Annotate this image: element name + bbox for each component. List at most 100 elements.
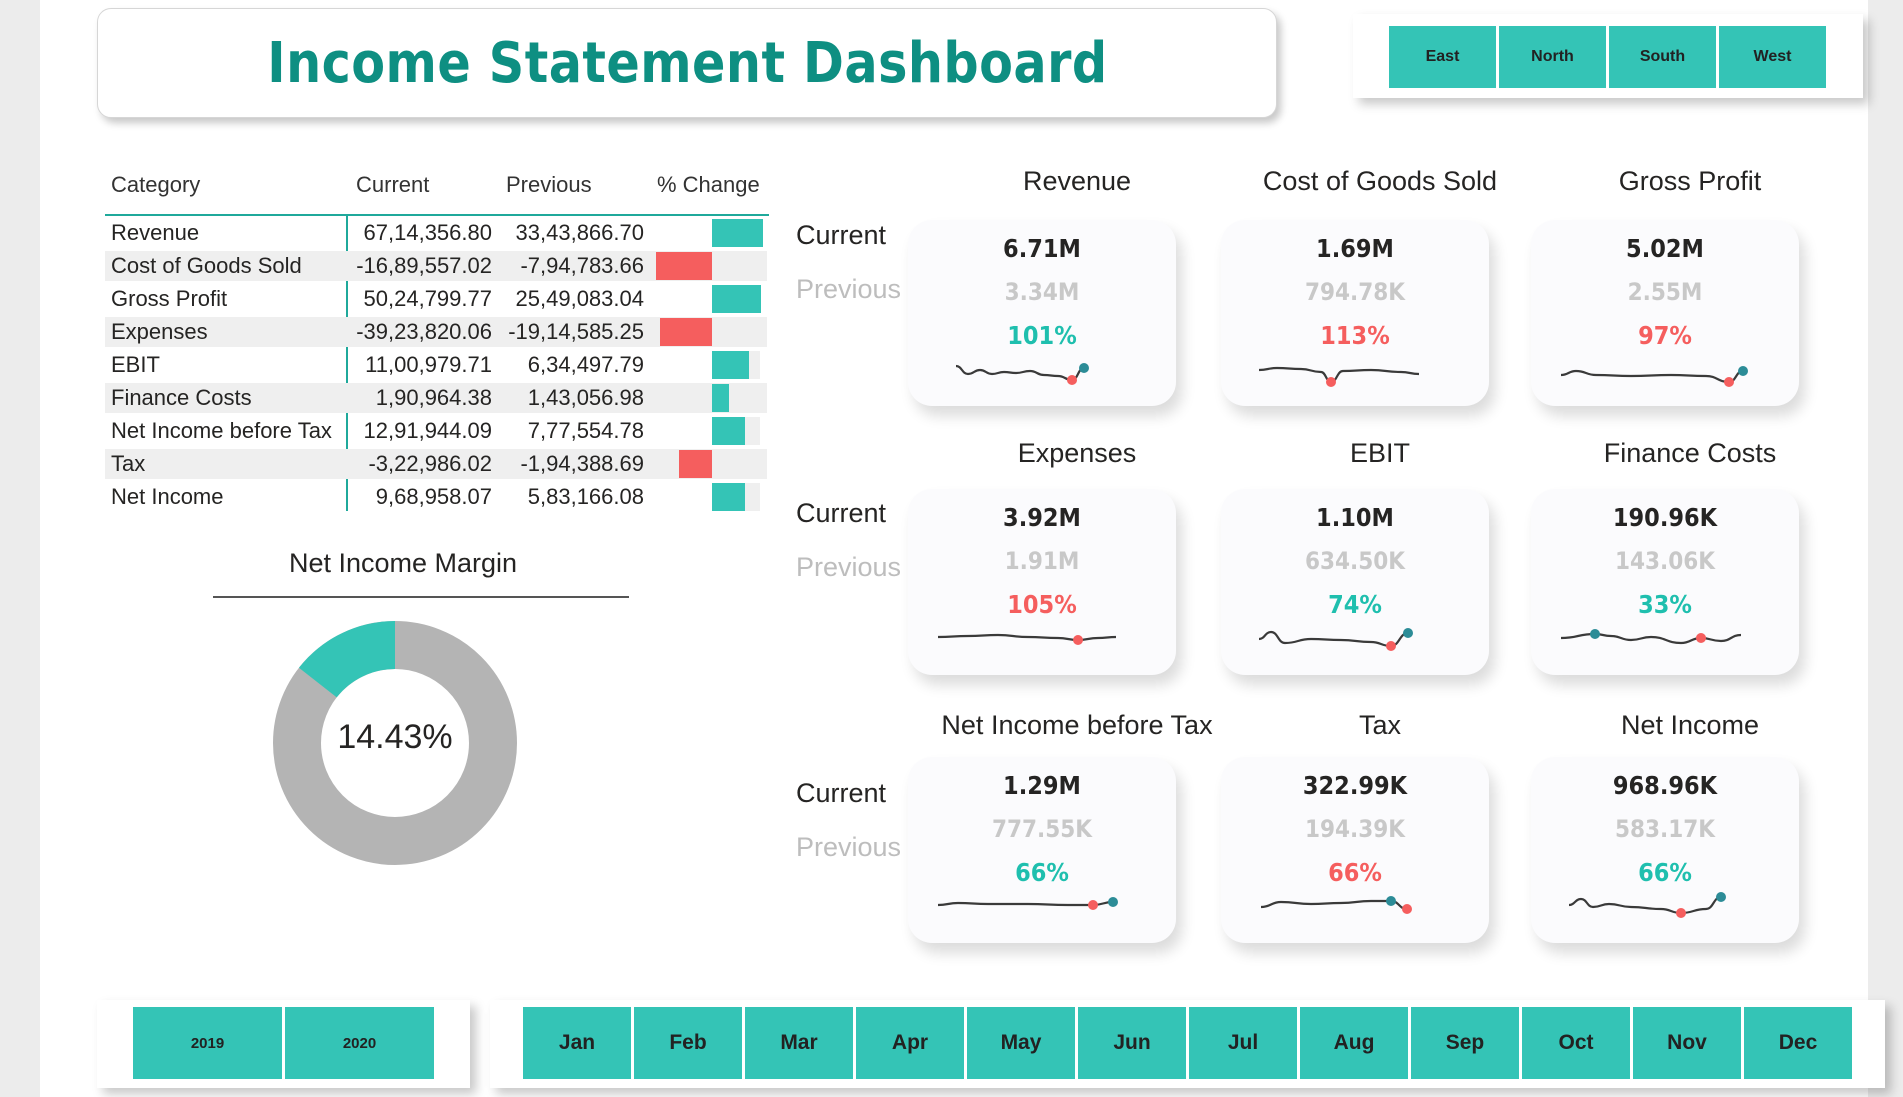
sparkline-high-marker — [1386, 896, 1396, 906]
sparkline-high-marker — [1403, 628, 1413, 638]
region-button-east[interactable]: East — [1389, 26, 1496, 88]
kpi-card[interactable]: 1.10M 634.50K 74% — [1221, 489, 1489, 675]
row-current: -16,89,557.02 — [356, 253, 492, 278]
kpi-card[interactable]: 3.92M 1.91M 105% — [908, 489, 1176, 675]
kpi-title: Gross Profit — [1618, 166, 1762, 196]
month-button-mar[interactable]: Mar — [745, 1007, 853, 1079]
change-bar — [712, 384, 729, 412]
sparkline-path — [1260, 899, 1408, 911]
kpi-row-label-current: Current — [796, 498, 887, 528]
row-current: 1,90,964.38 — [375, 385, 492, 410]
table-header-change[interactable]: % Change — [657, 172, 760, 198]
month-button-sep[interactable]: Sep — [1411, 1007, 1519, 1079]
kpi-title: Expenses — [1017, 438, 1137, 468]
kpi-sparkline — [1568, 892, 1726, 918]
month-button-jul[interactable]: Jul — [1189, 1007, 1297, 1079]
table-header-category[interactable]: Category — [111, 172, 200, 198]
page-title: Income Statement Dashboard — [266, 30, 1108, 96]
sparkline-path — [1258, 366, 1420, 384]
kpi-card[interactable]: 190.96K 143.06K 33% — [1531, 489, 1799, 675]
change-bar — [655, 252, 712, 280]
row-current: 50,24,799.77 — [363, 286, 492, 311]
row-category: Cost of Goods Sold — [111, 253, 302, 278]
month-button-aug[interactable]: Aug — [1300, 1007, 1408, 1079]
sparkline-low-marker — [1696, 633, 1706, 643]
month-button-may[interactable]: May — [967, 1007, 1075, 1079]
sparkline-high-marker — [1716, 892, 1726, 902]
kpi-card[interactable]: 322.99K 194.39K 66% — [1221, 757, 1489, 943]
row-category: Gross Profit — [111, 286, 228, 311]
kpi-row-label-current: Current — [796, 220, 887, 250]
change-bar — [712, 285, 761, 313]
change-bar — [712, 351, 749, 379]
region-button-south[interactable]: South — [1609, 26, 1716, 88]
kpi-title: Finance Costs — [1603, 438, 1777, 468]
row-previous: -19,14,585.25 — [508, 319, 644, 344]
sparkline-high-marker — [1738, 366, 1748, 376]
kpi-sparkline — [1560, 366, 1748, 387]
table-header-previous[interactable]: Previous — [506, 172, 592, 198]
row-previous: 1,43,056.98 — [527, 385, 644, 410]
month-slicer: Jan Feb Mar Apr May Jun Jul Aug Sep Oct Nov Dec — [490, 1000, 1885, 1088]
kpi-sparkline — [1560, 629, 1742, 645]
month-button-jun[interactable]: Jun — [1078, 1007, 1186, 1079]
kpi-sparkline — [1258, 366, 1420, 387]
region-button-west[interactable]: West — [1719, 26, 1826, 88]
month-button-feb[interactable]: Feb — [634, 1007, 742, 1079]
year-button-2020[interactable]: 2020 — [285, 1007, 434, 1079]
table-header-current[interactable]: Current — [356, 172, 429, 198]
row-current: 12,91,944.09 — [363, 418, 492, 443]
kpi-title: Cost of Goods Sold — [1262, 166, 1498, 196]
change-bar-track — [712, 318, 760, 346]
row-category: Tax — [111, 451, 146, 476]
margin-title: Net Income Margin — [288, 548, 518, 578]
kpi-title: Net Income — [1620, 710, 1760, 740]
month-button-apr[interactable]: Apr — [856, 1007, 964, 1079]
kpi-card[interactable]: 5.02M 2.55M 97% — [1531, 220, 1799, 406]
year-button-2019[interactable]: 2019 — [133, 1007, 282, 1079]
month-button-jan[interactable]: Jan — [523, 1007, 631, 1079]
row-previous: -1,94,388.69 — [520, 451, 644, 476]
change-bar — [659, 318, 712, 346]
change-bar — [712, 483, 745, 511]
table-header-divider — [105, 214, 769, 216]
sparkline-path — [1560, 369, 1744, 384]
sparkline-high-marker — [1079, 363, 1089, 373]
row-previous: 5,83,166.08 — [527, 484, 644, 509]
sparkline-low-marker — [1676, 908, 1686, 918]
change-bar — [712, 219, 763, 247]
report-canvas: Income Statement Dashboard East North Sout… — [40, 0, 1885, 1097]
month-button-nov[interactable]: Nov — [1633, 1007, 1741, 1079]
row-category: Net Income before Tax — [111, 418, 332, 443]
sparkline-low-marker — [1402, 904, 1412, 914]
margin-title-underline — [213, 596, 629, 598]
sparkline-high-marker — [1108, 897, 1118, 907]
change-bar-track — [712, 450, 760, 478]
kpi-card[interactable]: 1.29M 777.55K 66% — [908, 757, 1176, 943]
row-previous: 6,34,497.79 — [527, 352, 644, 377]
kpi-sparkline — [1260, 896, 1412, 914]
row-previous: -7,94,783.66 — [520, 253, 644, 278]
change-bar — [712, 417, 745, 445]
kpi-row-label-previous: Previous — [796, 274, 902, 304]
kpi-title: Tax — [1358, 710, 1402, 740]
row-previous: 33,43,866.70 — [515, 220, 644, 245]
row-current: 67,14,356.80 — [363, 220, 492, 245]
sparkline-path — [937, 900, 1114, 907]
month-button-dec[interactable]: Dec — [1744, 1007, 1852, 1079]
row-category: EBIT — [111, 352, 160, 377]
kpi-card[interactable]: 968.96K 583.17K 66% — [1531, 757, 1799, 943]
margin-value: 14.43% — [337, 718, 453, 756]
kpi-row-label-previous: Previous — [796, 832, 902, 862]
sparkline-path — [955, 364, 1085, 382]
sparkline-path — [1560, 632, 1742, 645]
region-button-north[interactable]: North — [1499, 26, 1606, 88]
kpi-card[interactable]: 1.69M 794.78K 113% — [1221, 220, 1489, 406]
title-card: Income Statement Dashboard — [97, 8, 1277, 118]
month-button-oct[interactable]: Oct — [1522, 1007, 1630, 1079]
kpi-sparkline — [955, 363, 1089, 385]
region-slicer: East North South West — [1353, 14, 1863, 98]
sparkline-high-marker — [1590, 629, 1600, 639]
kpi-card[interactable]: 6.71M 3.34M 101% — [908, 220, 1176, 406]
kpi-row-label-current: Current — [796, 778, 887, 808]
